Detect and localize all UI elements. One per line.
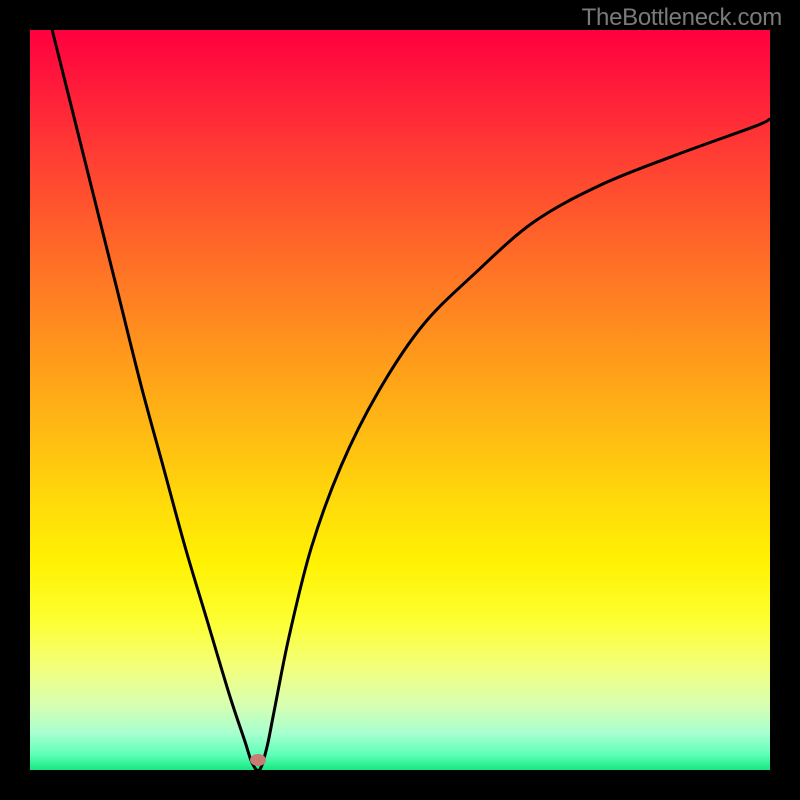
plot-area — [30, 30, 770, 770]
chart-frame: TheBottleneck.com — [0, 0, 800, 800]
curve-svg — [30, 30, 770, 770]
optimum-marker — [250, 754, 266, 766]
bottleneck-curve-path — [52, 30, 770, 770]
watermark-text: TheBottleneck.com — [582, 4, 782, 32]
